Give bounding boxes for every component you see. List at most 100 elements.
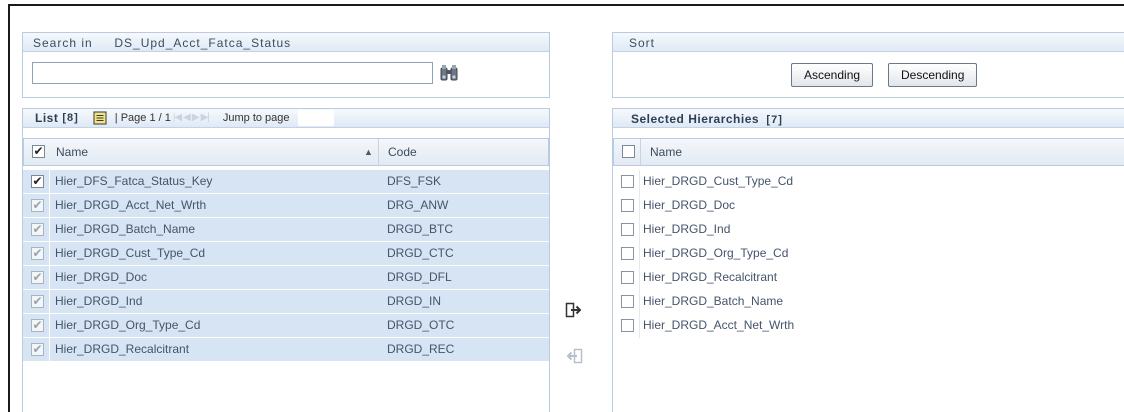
column-divider (640, 139, 641, 165)
select-all-checkbox[interactable]: ✔ (32, 145, 45, 158)
table-row[interactable]: ✔ Hier_DRGD_Ind DRGD_IN (23, 290, 549, 314)
list-grid-header: ✔ Name ▲ Code (23, 138, 549, 166)
list-item[interactable]: Hier_DRGD_Cust_Type_Cd (613, 170, 1124, 194)
sort-header: Sort (612, 32, 1124, 52)
selected-count: [7] (766, 114, 783, 126)
move-right-icon[interactable] (565, 302, 583, 318)
row-code: DRGD_DFL (387, 270, 452, 284)
row-checkbox[interactable] (621, 175, 634, 188)
row-name: Hier_DRGD_Doc (55, 270, 148, 284)
row-checkbox[interactable] (621, 247, 634, 260)
sort-ascending-icon: ▲ (364, 147, 373, 157)
code-column-header[interactable]: Code (388, 139, 417, 165)
next-page-icon[interactable]: ▶ (192, 108, 200, 128)
row-name: Hier_DRGD_Acct_Net_Wrth (643, 318, 795, 332)
column-divider (378, 139, 379, 165)
sort-panel: Sort Ascending Descending (612, 32, 1124, 98)
list-title: List (35, 111, 59, 125)
list-item[interactable]: Hier_DRGD_Acct_Net_Wrth (613, 314, 1124, 338)
cell-divider (639, 170, 640, 194)
row-name: Hier_DRGD_Acct_Net_Wrth (55, 198, 207, 212)
previous-page-icon[interactable]: ◀ (183, 108, 191, 128)
row-name: Hier_DRGD_Org_Type_Cd (643, 246, 789, 260)
row-checkbox[interactable]: ✔ (31, 175, 44, 188)
row-code: DRGD_BTC (387, 222, 454, 236)
row-code: DRGD_IN (387, 294, 442, 308)
row-name: Hier_DRGD_Cust_Type_Cd (55, 246, 206, 260)
row-code: DFS_FSK (387, 174, 442, 188)
cell-divider (639, 194, 640, 218)
selected-title: Selected Hierarchies (631, 112, 760, 126)
row-code: DRGD_OTC (387, 318, 455, 332)
list-item[interactable]: Hier_DRGD_Batch_Name (613, 290, 1124, 314)
row-checkbox: ✔ (31, 198, 44, 212)
row-checkbox[interactable] (621, 319, 634, 332)
list-item[interactable]: Hier_DRGD_Doc (613, 194, 1124, 218)
row-checkbox: ✔ (31, 222, 44, 236)
cell-divider (49, 170, 50, 193)
select-all-selected-checkbox[interactable] (622, 145, 635, 158)
list-panel: List [8] | Page 1 / 1 |◀ ◀ ▶ ▶| Jump to … (22, 108, 550, 412)
list-item[interactable]: Hier_DRGD_Recalcitrant (613, 266, 1124, 290)
row-checkbox: ✔ (31, 318, 44, 332)
row-checkbox: ✔ (31, 246, 44, 260)
cell-divider (639, 290, 640, 314)
table-row[interactable]: ✔ Hier_DRGD_Doc DRGD_DFL (23, 266, 549, 290)
move-left-icon[interactable] (565, 348, 583, 364)
list-item[interactable]: Hier_DRGD_Ind (613, 218, 1124, 242)
descending-button[interactable]: Descending (888, 63, 978, 87)
row-checkbox[interactable] (621, 199, 634, 212)
table-row[interactable]: ✔ Hier_DRGD_Batch_Name DRGD_BTC (23, 218, 549, 242)
table-row[interactable]: ✔ Hier_DRGD_Acct_Net_Wrth DRG_ANW (23, 194, 549, 218)
row-name: Hier_DRGD_Ind (55, 294, 143, 308)
cell-divider (49, 218, 50, 241)
list-item[interactable]: Hier_DRGD_Org_Type_Cd (613, 242, 1124, 266)
last-page-icon[interactable]: ▶| (201, 108, 210, 128)
row-name: Hier_DRGD_Doc (643, 198, 736, 212)
ascending-button[interactable]: Ascending (791, 63, 874, 87)
search-header: Search in DS_Upd_Acct_Fatca_Status (22, 32, 550, 52)
row-code: DRG_ANW (387, 198, 449, 212)
first-page-icon[interactable]: |◀ (173, 108, 182, 128)
sort-title: Sort (629, 36, 656, 50)
row-name: Hier_DRGD_Recalcitrant (55, 342, 190, 356)
row-name: Hier_DRGD_Cust_Type_Cd (643, 174, 794, 188)
search-panel: Search in DS_Upd_Acct_Fatca_Status (22, 32, 550, 98)
cell-divider (639, 314, 640, 338)
list-count: [8] (62, 112, 79, 124)
cell-divider (49, 338, 50, 361)
table-row[interactable]: ✔ Hier_DRGD_Cust_Type_Cd DRGD_CTC (23, 242, 549, 266)
page-indicator: | Page 1 / 1 (114, 112, 171, 124)
row-code: DRGD_CTC (387, 246, 454, 260)
jump-to-page-label: Jump to page (222, 112, 290, 124)
row-name: Hier_DRGD_Batch_Name (55, 222, 196, 236)
cell-divider (49, 194, 50, 217)
selected-hierarchies-panel: Selected Hierarchies [7] Name Hier_DRGD_… (612, 108, 1124, 412)
search-label: Search in (33, 36, 93, 50)
selected-header: Selected Hierarchies [7] (612, 108, 1124, 128)
jump-to-page-input[interactable] (297, 110, 334, 126)
selected-name-column-header[interactable]: Name (650, 139, 682, 165)
row-checkbox[interactable] (621, 295, 634, 308)
cell-divider (49, 290, 50, 313)
binoculars-icon[interactable] (438, 62, 460, 84)
selected-grid-header: Name (613, 138, 1124, 166)
selected-rows: Hier_DRGD_Cust_Type_Cd Hier_DRGD_Doc Hier_… (613, 170, 1124, 338)
list-rows: ✔ Hier_DFS_Fatca_Status_Key DFS_FSK ✔ Hier_D… (23, 170, 549, 362)
search-dataset-name: DS_Upd_Acct_Fatca_Status (114, 36, 292, 50)
row-checkbox[interactable] (621, 223, 634, 236)
cell-divider (639, 242, 640, 266)
table-row[interactable]: ✔ Hier_DFS_Fatca_Status_Key DFS_FSK (23, 170, 549, 194)
cell-divider (49, 314, 50, 337)
row-checkbox[interactable] (621, 271, 634, 284)
row-code: DRGD_REC (387, 342, 455, 356)
cell-divider (49, 242, 50, 265)
document-list-icon[interactable] (93, 111, 107, 125)
name-column-header[interactable]: Name (56, 139, 88, 165)
table-row[interactable]: ✔ Hier_DRGD_Recalcitrant DRGD_REC (23, 338, 549, 362)
search-input[interactable] (32, 62, 433, 84)
cell-divider (639, 218, 640, 242)
cell-divider (49, 266, 50, 289)
row-name: Hier_DRGD_Ind (643, 222, 731, 236)
table-row[interactable]: ✔ Hier_DRGD_Org_Type_Cd DRGD_OTC (23, 314, 549, 338)
